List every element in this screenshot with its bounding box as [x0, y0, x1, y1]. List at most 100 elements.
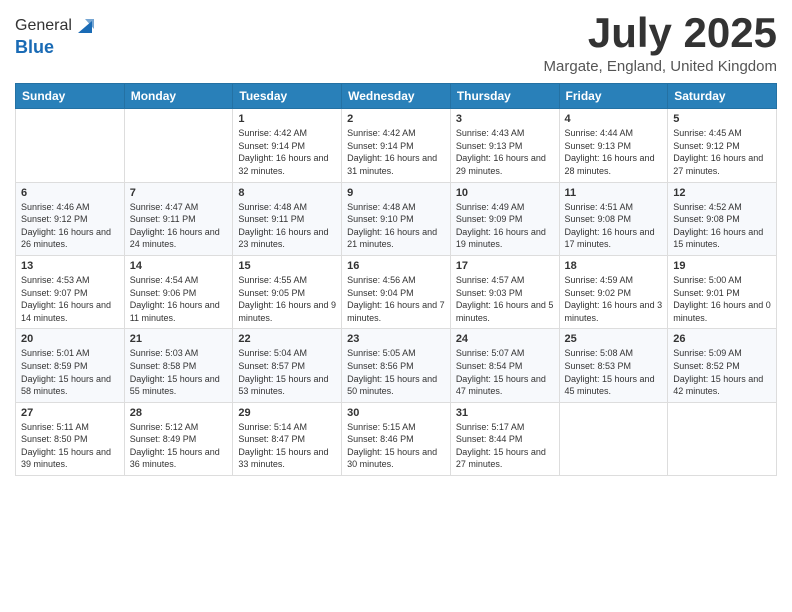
calendar-header-row: Sunday Monday Tuesday Wednesday Thursday…: [16, 84, 777, 109]
day-sunrise: Sunrise: 4:44 AMSunset: 9:13 PMDaylight:…: [565, 128, 655, 176]
day-number: 9: [347, 187, 445, 199]
day-sunrise: Sunrise: 4:48 AMSunset: 9:10 PMDaylight:…: [347, 202, 437, 250]
logo-icon: [74, 15, 96, 37]
day-sunrise: Sunrise: 5:08 AMSunset: 8:53 PMDaylight:…: [565, 348, 655, 396]
day-sunrise: Sunrise: 5:11 AMSunset: 8:50 PMDaylight:…: [21, 422, 111, 470]
table-row: 20 Sunrise: 5:01 AMSunset: 8:59 PMDaylig…: [16, 329, 125, 402]
day-sunrise: Sunrise: 5:03 AMSunset: 8:58 PMDaylight:…: [130, 348, 220, 396]
table-row: 23 Sunrise: 5:05 AMSunset: 8:56 PMDaylig…: [342, 329, 451, 402]
table-row: [559, 402, 668, 475]
day-number: 28: [130, 407, 228, 419]
day-number: 21: [130, 333, 228, 345]
col-monday: Monday: [124, 84, 233, 109]
day-sunrise: Sunrise: 4:42 AMSunset: 9:14 PMDaylight:…: [238, 128, 328, 176]
day-sunrise: Sunrise: 4:47 AMSunset: 9:11 PMDaylight:…: [130, 202, 220, 250]
table-row: 17 Sunrise: 4:57 AMSunset: 9:03 PMDaylig…: [450, 255, 559, 328]
day-number: 20: [21, 333, 119, 345]
day-number: 16: [347, 260, 445, 272]
table-row: [16, 109, 125, 182]
header: General Blue July 2025 Margate, England,…: [15, 10, 777, 75]
location: Margate, England, United Kingdom: [544, 58, 777, 75]
day-sunrise: Sunrise: 5:01 AMSunset: 8:59 PMDaylight:…: [21, 348, 111, 396]
table-row: 25 Sunrise: 5:08 AMSunset: 8:53 PMDaylig…: [559, 329, 668, 402]
table-row: 21 Sunrise: 5:03 AMSunset: 8:58 PMDaylig…: [124, 329, 233, 402]
table-row: 15 Sunrise: 4:55 AMSunset: 9:05 PMDaylig…: [233, 255, 342, 328]
day-sunrise: Sunrise: 4:55 AMSunset: 9:05 PMDaylight:…: [238, 275, 336, 323]
table-row: [124, 109, 233, 182]
calendar-table: Sunday Monday Tuesday Wednesday Thursday…: [15, 83, 777, 476]
day-sunrise: Sunrise: 5:15 AMSunset: 8:46 PMDaylight:…: [347, 422, 437, 470]
day-number: 26: [673, 333, 771, 345]
day-number: 22: [238, 333, 336, 345]
table-row: 6 Sunrise: 4:46 AMSunset: 9:12 PMDayligh…: [16, 182, 125, 255]
day-sunrise: Sunrise: 4:46 AMSunset: 9:12 PMDaylight:…: [21, 202, 111, 250]
day-sunrise: Sunrise: 4:45 AMSunset: 9:12 PMDaylight:…: [673, 128, 763, 176]
table-row: 22 Sunrise: 5:04 AMSunset: 8:57 PMDaylig…: [233, 329, 342, 402]
table-row: [668, 402, 777, 475]
day-sunrise: Sunrise: 5:12 AMSunset: 8:49 PMDaylight:…: [130, 422, 220, 470]
col-saturday: Saturday: [668, 84, 777, 109]
logo: General Blue: [15, 15, 96, 58]
day-sunrise: Sunrise: 5:00 AMSunset: 9:01 PMDaylight:…: [673, 275, 771, 323]
day-number: 30: [347, 407, 445, 419]
day-number: 18: [565, 260, 663, 272]
col-wednesday: Wednesday: [342, 84, 451, 109]
table-row: 1 Sunrise: 4:42 AMSunset: 9:14 PMDayligh…: [233, 109, 342, 182]
day-number: 19: [673, 260, 771, 272]
day-sunrise: Sunrise: 5:07 AMSunset: 8:54 PMDaylight:…: [456, 348, 546, 396]
day-sunrise: Sunrise: 4:56 AMSunset: 9:04 PMDaylight:…: [347, 275, 445, 323]
table-row: 27 Sunrise: 5:11 AMSunset: 8:50 PMDaylig…: [16, 402, 125, 475]
col-thursday: Thursday: [450, 84, 559, 109]
col-sunday: Sunday: [16, 84, 125, 109]
table-row: 10 Sunrise: 4:49 AMSunset: 9:09 PMDaylig…: [450, 182, 559, 255]
calendar-week-row: 13 Sunrise: 4:53 AMSunset: 9:07 PMDaylig…: [16, 255, 777, 328]
day-number: 13: [21, 260, 119, 272]
day-number: 3: [456, 113, 554, 125]
day-sunrise: Sunrise: 4:48 AMSunset: 9:11 PMDaylight:…: [238, 202, 328, 250]
day-sunrise: Sunrise: 4:53 AMSunset: 9:07 PMDaylight:…: [21, 275, 111, 323]
calendar-week-row: 20 Sunrise: 5:01 AMSunset: 8:59 PMDaylig…: [16, 329, 777, 402]
day-number: 11: [565, 187, 663, 199]
day-sunrise: Sunrise: 4:54 AMSunset: 9:06 PMDaylight:…: [130, 275, 220, 323]
day-number: 24: [456, 333, 554, 345]
page: General Blue July 2025 Margate, England,…: [0, 0, 792, 612]
table-row: 9 Sunrise: 4:48 AMSunset: 9:10 PMDayligh…: [342, 182, 451, 255]
day-sunrise: Sunrise: 4:42 AMSunset: 9:14 PMDaylight:…: [347, 128, 437, 176]
day-number: 29: [238, 407, 336, 419]
month-title: July 2025: [544, 10, 777, 56]
logo-general-text: General: [15, 17, 72, 35]
calendar-week-row: 6 Sunrise: 4:46 AMSunset: 9:12 PMDayligh…: [16, 182, 777, 255]
day-number: 6: [21, 187, 119, 199]
table-row: 3 Sunrise: 4:43 AMSunset: 9:13 PMDayligh…: [450, 109, 559, 182]
day-number: 25: [565, 333, 663, 345]
day-sunrise: Sunrise: 4:52 AMSunset: 9:08 PMDaylight:…: [673, 202, 763, 250]
table-row: 18 Sunrise: 4:59 AMSunset: 9:02 PMDaylig…: [559, 255, 668, 328]
col-tuesday: Tuesday: [233, 84, 342, 109]
table-row: 29 Sunrise: 5:14 AMSunset: 8:47 PMDaylig…: [233, 402, 342, 475]
day-sunrise: Sunrise: 4:43 AMSunset: 9:13 PMDaylight:…: [456, 128, 546, 176]
day-number: 10: [456, 187, 554, 199]
table-row: 4 Sunrise: 4:44 AMSunset: 9:13 PMDayligh…: [559, 109, 668, 182]
day-number: 2: [347, 113, 445, 125]
table-row: 26 Sunrise: 5:09 AMSunset: 8:52 PMDaylig…: [668, 329, 777, 402]
day-sunrise: Sunrise: 4:49 AMSunset: 9:09 PMDaylight:…: [456, 202, 546, 250]
calendar-week-row: 27 Sunrise: 5:11 AMSunset: 8:50 PMDaylig…: [16, 402, 777, 475]
day-sunrise: Sunrise: 4:57 AMSunset: 9:03 PMDaylight:…: [456, 275, 554, 323]
table-row: 30 Sunrise: 5:15 AMSunset: 8:46 PMDaylig…: [342, 402, 451, 475]
day-number: 31: [456, 407, 554, 419]
day-number: 15: [238, 260, 336, 272]
day-sunrise: Sunrise: 5:05 AMSunset: 8:56 PMDaylight:…: [347, 348, 437, 396]
day-number: 1: [238, 113, 336, 125]
day-number: 4: [565, 113, 663, 125]
day-sunrise: Sunrise: 5:14 AMSunset: 8:47 PMDaylight:…: [238, 422, 328, 470]
day-sunrise: Sunrise: 4:59 AMSunset: 9:02 PMDaylight:…: [565, 275, 663, 323]
title-section: July 2025 Margate, England, United Kingd…: [544, 10, 777, 75]
table-row: 12 Sunrise: 4:52 AMSunset: 9:08 PMDaylig…: [668, 182, 777, 255]
table-row: 24 Sunrise: 5:07 AMSunset: 8:54 PMDaylig…: [450, 329, 559, 402]
table-row: 11 Sunrise: 4:51 AMSunset: 9:08 PMDaylig…: [559, 182, 668, 255]
day-sunrise: Sunrise: 4:51 AMSunset: 9:08 PMDaylight:…: [565, 202, 655, 250]
day-number: 14: [130, 260, 228, 272]
table-row: 19 Sunrise: 5:00 AMSunset: 9:01 PMDaylig…: [668, 255, 777, 328]
day-number: 27: [21, 407, 119, 419]
day-sunrise: Sunrise: 5:09 AMSunset: 8:52 PMDaylight:…: [673, 348, 763, 396]
